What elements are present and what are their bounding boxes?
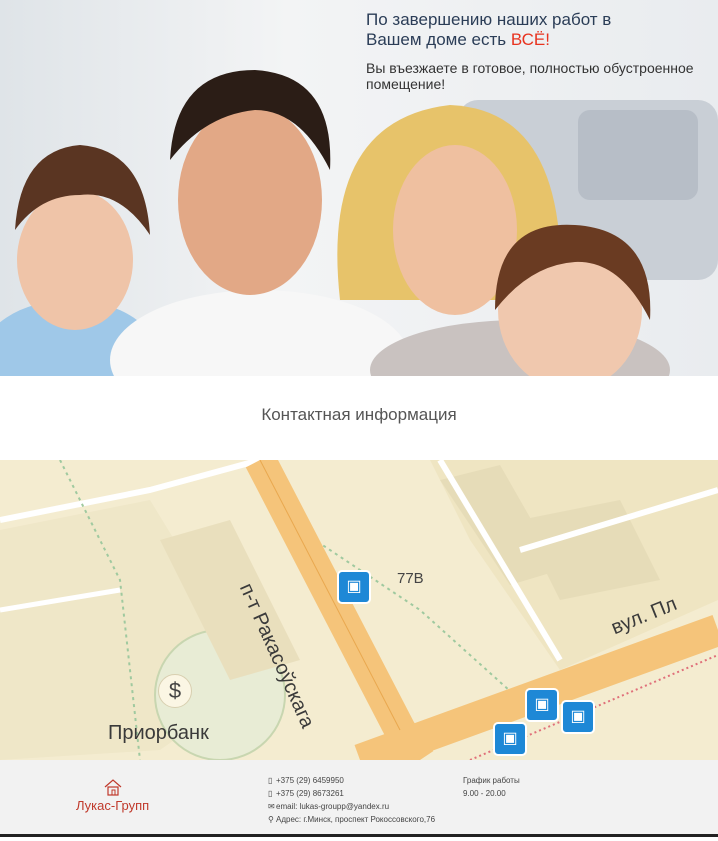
building-label: 77В [397, 570, 424, 587]
hero-text-block: По завершению наших работ в Вашем доме е… [366, 10, 696, 92]
hero-title-accent: ВСЁ! [510, 30, 550, 49]
address-text: Адрес: г.Минск, проспект Рокоссовского,7… [276, 815, 436, 824]
schedule-block: График работы 9.00 - 20.00 [463, 774, 520, 800]
map-canvas[interactable] [0, 460, 718, 760]
map-widget[interactable]: п-т Ракасоўскага вул. Пл 77В $ Приорбанк… [0, 460, 718, 760]
phone-2[interactable]: ▯ +375 (29) 8673261 [268, 787, 435, 800]
address: ⚲ Адрес: г.Минск, проспект Рокоссовского,… [268, 813, 435, 826]
hero-title: По завершению наших работ в Вашем доме е… [366, 10, 696, 50]
house-logo-icon [104, 779, 121, 796]
bus-stop-icon[interactable]: ▣ [493, 722, 527, 756]
phone-2-text: +375 (29) 8673261 [276, 789, 344, 798]
email-text: email: lukas-groupp@yandex.ru [276, 802, 390, 811]
bus-stop-icon[interactable]: ▣ [525, 688, 559, 722]
dollar-icon[interactable]: $ [158, 674, 192, 708]
bus-stop-icon[interactable]: ▣ [337, 570, 371, 604]
map-marker-icon: ⚲ [268, 815, 274, 824]
contact-section-title: Контактная информация [261, 405, 457, 424]
contacts-list: ▯ +375 (29) 6459950 ▯ +375 (29) 8673261 ✉e… [268, 774, 435, 826]
bank-label[interactable]: Приорбанк [108, 722, 209, 745]
envelope-icon: ✉ [268, 802, 275, 811]
schedule-hours: 9.00 - 20.00 [463, 789, 506, 798]
bus-stop-icon[interactable]: ▣ [561, 700, 595, 734]
phone-1[interactable]: ▯ +375 (29) 6459950 [268, 774, 435, 787]
phone-icon: ▯ [268, 776, 273, 785]
email[interactable]: ✉email: lukas-groupp@yandex.ru [268, 800, 435, 813]
footer: Лукас-Групп ▯ +375 (29) 6459950 ▯ +375 (29… [0, 760, 718, 837]
logo-text: Лукас-Групп [76, 798, 150, 813]
phone-1-text: +375 (29) 6459950 [276, 776, 344, 785]
schedule-label: График работы [463, 776, 520, 785]
phone-icon: ▯ [268, 789, 273, 798]
company-logo[interactable]: Лукас-Групп [76, 778, 149, 813]
hero-banner: По завершению наших работ в Вашем доме е… [0, 0, 718, 376]
hero-title-line2: Вашем доме есть [366, 30, 511, 49]
hero-title-line1: По завершению наших работ в [366, 10, 612, 29]
hero-subtitle: Вы въезжаете в готовое, полностью обустр… [366, 60, 694, 92]
